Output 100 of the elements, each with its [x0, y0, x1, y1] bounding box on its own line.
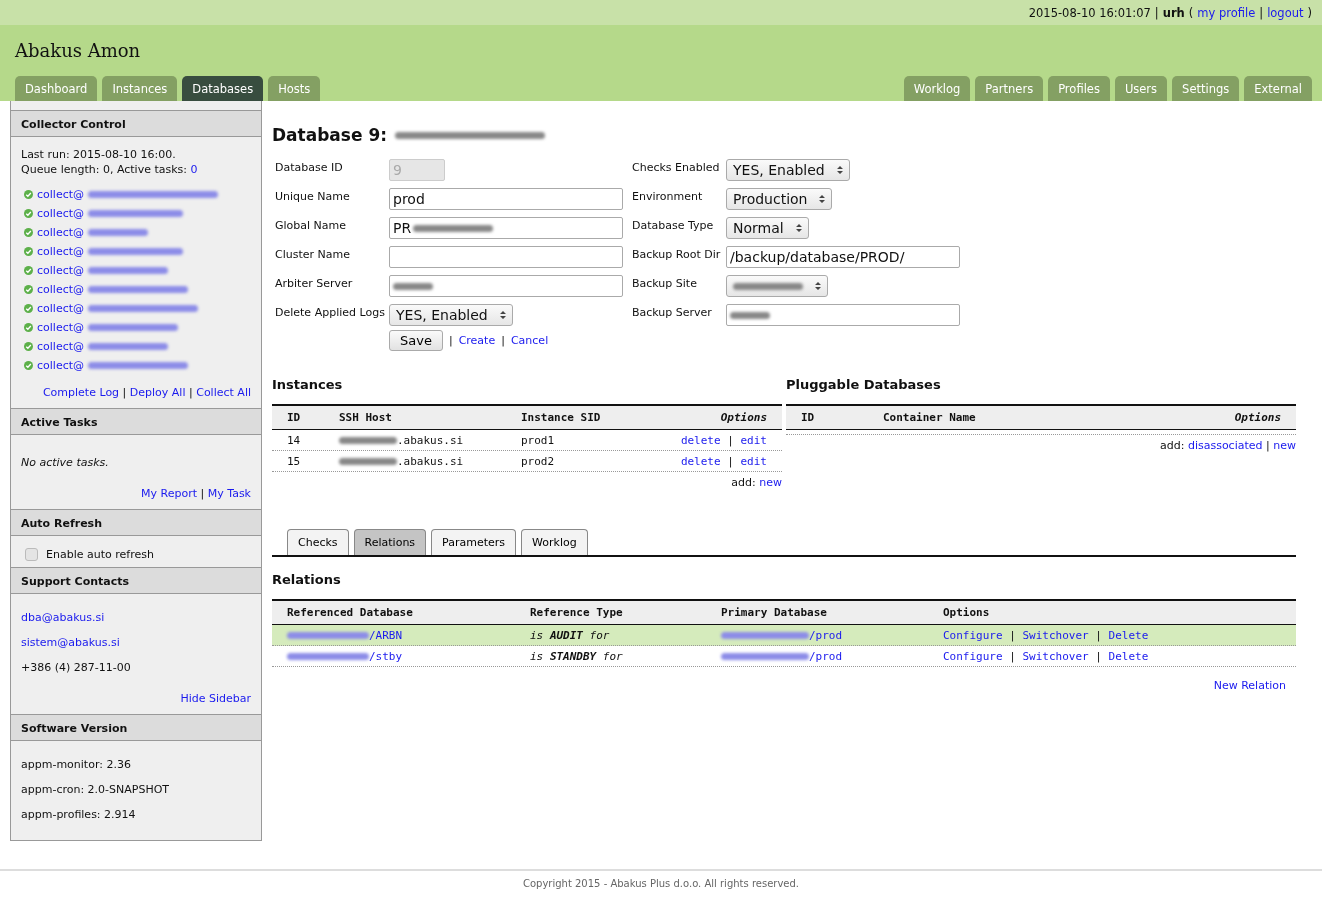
- link[interactable]: Delete: [1108, 628, 1149, 642]
- table-cell-text: is AUDIT for: [530, 628, 611, 642]
- separator: |: [200, 487, 205, 500]
- tab[interactable]: Checks: [287, 529, 349, 555]
- dropdown[interactable]: YES, Enabled: [726, 159, 850, 181]
- link[interactable]: Configure: [943, 649, 1003, 663]
- link[interactable]: new: [1273, 439, 1296, 452]
- link[interactable]: /prod: [809, 628, 843, 642]
- link[interactable]: delete: [680, 454, 721, 468]
- field-label: Backup Server: [631, 305, 713, 321]
- panel-heading: Auto Refresh: [11, 509, 261, 536]
- input-field[interactable]: [389, 246, 623, 268]
- separator: |: [727, 454, 734, 468]
- input-field[interactable]: PR: [389, 217, 623, 239]
- field-label: Cluster Name: [274, 247, 351, 263]
- updown-icon: [836, 165, 843, 175]
- link[interactable]: collect@: [37, 187, 85, 202]
- link[interactable]: edit: [740, 454, 767, 468]
- link[interactable]: Configure: [943, 628, 1003, 642]
- link[interactable]: Cancel: [510, 334, 549, 347]
- updown-icon: [815, 281, 821, 291]
- link[interactable]: My Report: [141, 487, 198, 500]
- save-button[interactable]: Save: [389, 330, 443, 351]
- parenthesis: ): [1307, 5, 1312, 20]
- link[interactable]: new: [759, 476, 782, 489]
- link[interactable]: collect@: [37, 225, 85, 240]
- link[interactable]: Collect All: [196, 386, 251, 399]
- input-field[interactable]: /backup/database/PROD/: [726, 246, 960, 268]
- email-link[interactable]: dba@abakus.si: [21, 611, 105, 624]
- version-text: appm-profiles: 2.914: [21, 807, 137, 822]
- checkbox[interactable]: [25, 548, 38, 561]
- link[interactable]: Delete: [1108, 649, 1149, 663]
- link[interactable]: collect@: [37, 320, 85, 335]
- updown-icon: [795, 223, 802, 233]
- link[interactable]: Complete Log: [42, 386, 120, 399]
- panel-heading: Support Contacts: [11, 567, 261, 594]
- link[interactable]: collect@: [37, 358, 85, 373]
- tab[interactable]: Relations: [353, 529, 427, 555]
- input-field[interactable]: [726, 304, 960, 326]
- table-row[interactable]: /ARBN is AUDIT for /prod Configure | Switchover | Delete: [272, 625, 1296, 646]
- dropdown[interactable]: YES, Enabled: [389, 304, 513, 326]
- field-label: Unique Name: [274, 189, 351, 205]
- input-field[interactable]: prod: [389, 188, 623, 210]
- separator: |: [1009, 628, 1016, 642]
- footer-text: Copyright 2015 - Abakus Plus d.o.o. All rights reserved.: [0, 869, 1322, 889]
- table-cell: .abakus.si: [397, 454, 464, 468]
- table-row[interactable]: /stby is STANDBY for /prod Configure | Switchover | Delete: [272, 646, 1296, 667]
- blurred-text: [733, 282, 803, 290]
- email-link[interactable]: sistem@abakus.si: [21, 636, 120, 649]
- field-label: Database ID: [274, 160, 344, 176]
- link[interactable]: logout: [1267, 5, 1304, 20]
- dropdown[interactable]: [726, 275, 828, 297]
- nav-tab[interactable]: Databases: [182, 76, 264, 101]
- blurred-text: [339, 457, 397, 465]
- last-run-text: Last run: 2015-08-10 16:00.: [21, 147, 177, 162]
- dropdown[interactable]: Production: [726, 188, 833, 210]
- username: urh: [1162, 5, 1185, 20]
- link[interactable]: edit: [740, 433, 767, 447]
- field-label: Backup Root Dir: [631, 247, 722, 263]
- link[interactable]: Create: [458, 334, 496, 347]
- link[interactable]: collect@: [37, 263, 85, 278]
- add-label: add:: [1160, 439, 1185, 452]
- field-label: Checks Enabled: [631, 160, 721, 176]
- input-field[interactable]: [389, 275, 623, 297]
- link[interactable]: New Relation: [1213, 679, 1286, 692]
- blurred-text: [88, 229, 149, 236]
- link[interactable]: Deploy All: [129, 386, 186, 399]
- link[interactable]: collect@: [37, 206, 85, 221]
- link[interactable]: delete: [680, 433, 721, 447]
- table-cell-text: prod1: [521, 433, 556, 447]
- section-title: Pluggable Databases: [786, 377, 942, 392]
- field-label: Arbiter Server: [274, 276, 354, 292]
- tab[interactable]: Parameters: [431, 529, 517, 555]
- link[interactable]: 0: [190, 163, 198, 176]
- add-label: add:: [731, 476, 756, 489]
- link[interactable]: My Task: [207, 487, 251, 500]
- version-text: appm-cron: 2.0-SNAPSHOT: [21, 782, 171, 797]
- separator: |: [1154, 5, 1159, 20]
- link[interactable]: /prod: [809, 649, 843, 663]
- link[interactable]: disassociated: [1187, 439, 1263, 452]
- link[interactable]: Switchover: [1022, 649, 1089, 663]
- field-label: Delete Applied Logs: [274, 305, 386, 321]
- link[interactable]: collect@: [37, 339, 85, 354]
- link[interactable]: collect@: [37, 301, 85, 316]
- link[interactable]: collect@: [37, 282, 85, 297]
- link[interactable]: /stby: [369, 649, 403, 663]
- link[interactable]: Hide Sidebar: [180, 692, 251, 705]
- field-label: Environment: [631, 189, 704, 205]
- section-title: Relations: [272, 572, 342, 587]
- link[interactable]: my profile: [1197, 5, 1256, 20]
- link[interactable]: Switchover: [1022, 628, 1089, 642]
- blurred-text: [393, 282, 433, 290]
- tab[interactable]: Worklog: [521, 529, 588, 555]
- link[interactable]: collect@: [37, 244, 85, 259]
- link[interactable]: /ARBN: [369, 628, 403, 642]
- phone-number: +386 (4) 287-11-00: [21, 660, 132, 675]
- separator: |: [448, 334, 453, 347]
- panel-heading: Collector Control: [11, 110, 261, 137]
- dropdown[interactable]: Normal: [726, 217, 809, 239]
- panel-heading: Active Tasks: [11, 408, 261, 435]
